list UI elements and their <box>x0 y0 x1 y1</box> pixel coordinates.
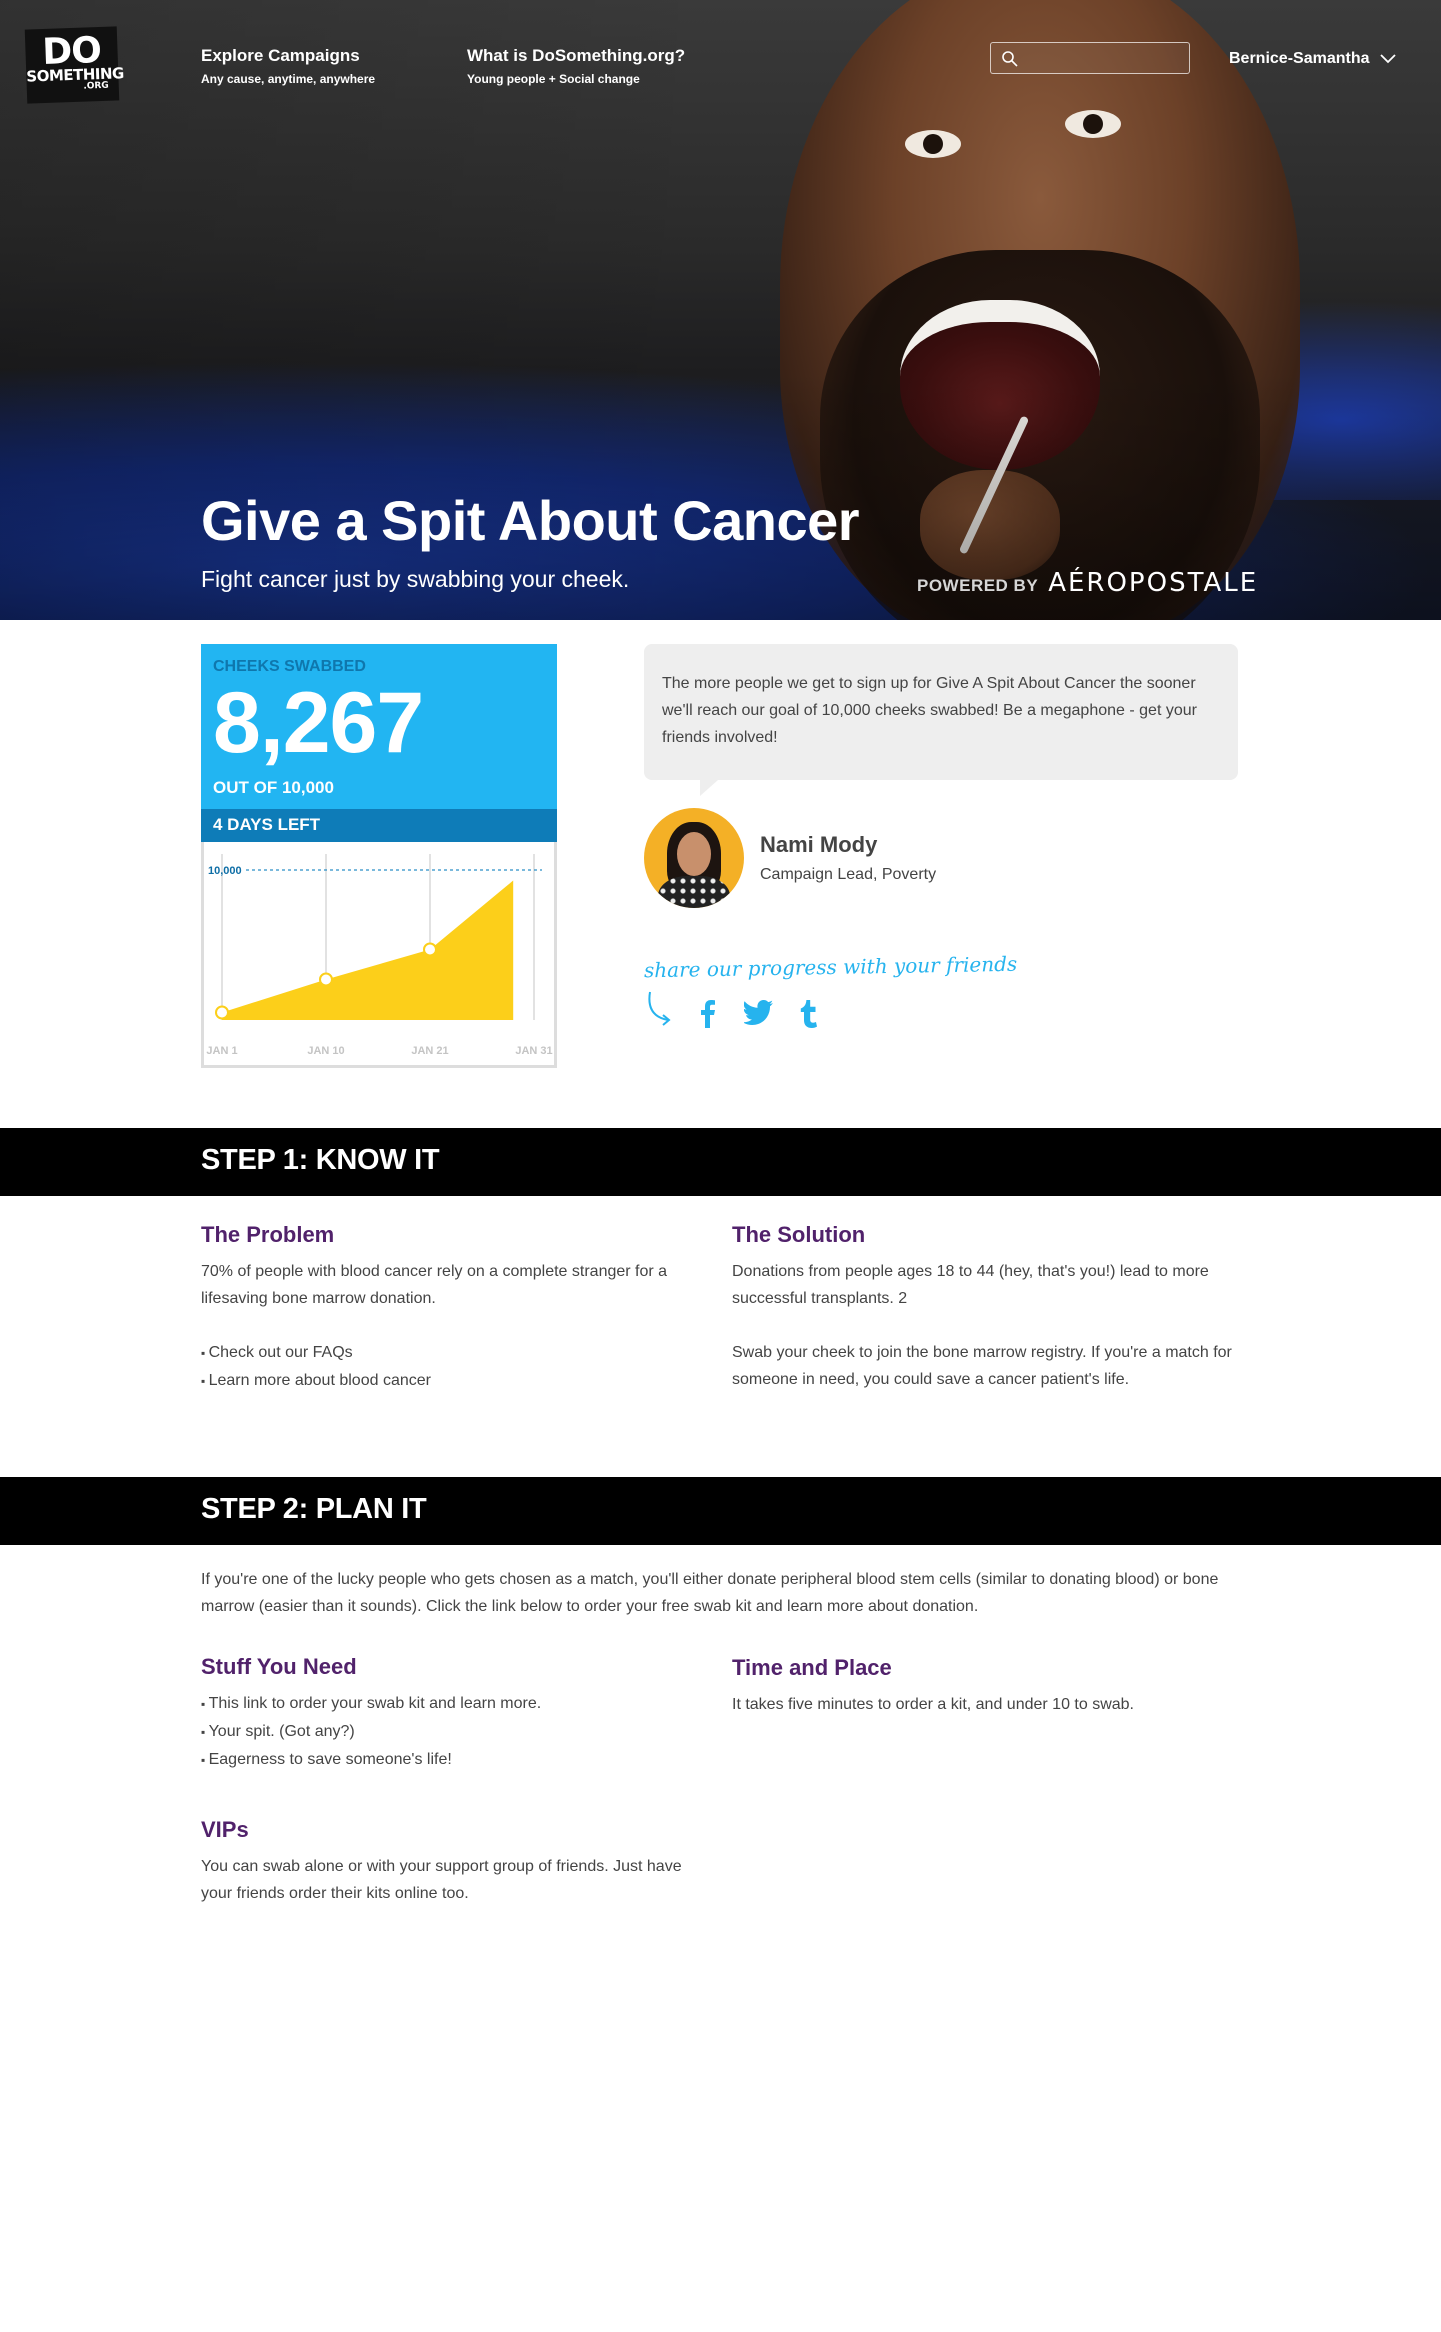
stuff-you-need-heading: Stuff You Need <box>201 1654 357 1679</box>
progress-label: CHEEKS SWABBED <box>213 658 366 675</box>
stuff-you-need-list: This link to order your swab kit and lea… <box>201 1690 701 1774</box>
progress-count: 8,267 <box>213 675 424 771</box>
days-left-badge: 4 DAYS LEFT <box>201 809 557 842</box>
nav-explore-title: Explore Campaigns <box>201 46 360 65</box>
x-tick-label: JAN 31 <box>515 1045 552 1057</box>
list-item[interactable]: This link to order your swab kit and lea… <box>201 1690 701 1718</box>
user-name: Bernice-Samantha <box>1229 50 1370 67</box>
time-and-place-heading: Time and Place <box>732 1655 892 1680</box>
powered-by-label: POWERED BY <box>917 576 1039 595</box>
search-input[interactable] <box>1025 47 1181 69</box>
campaign-lead-role: Campaign Lead, Poverty <box>760 866 937 883</box>
share-prompt: share our progress with your friends <box>643 951 1018 983</box>
twitter-icon[interactable] <box>744 1000 774 1026</box>
nav-explore-subtitle: Any cause, anytime, anywhere <box>201 72 376 86</box>
campaign-lead-name: Nami Mody <box>760 832 878 857</box>
goal-label: 10,000 <box>208 865 242 877</box>
data-point <box>423 942 437 957</box>
vips-text: You can swab alone or with your support … <box>201 1858 682 1902</box>
time-and-place-text: It takes five minutes to order a kit, an… <box>732 1696 1134 1713</box>
list-item: Your spit. (Got any?) <box>201 1718 701 1746</box>
progress-chart-svg: 10,000 JAN 1 JAN 10 JAN 21 JAN 31 <box>206 854 553 1057</box>
solution-text-registry: Swab your cheek to join the bone marrow … <box>732 1344 1232 1388</box>
solution-text: Donations from people ages 18 to 44 (hey… <box>732 1263 1209 1307</box>
problem-text: 70% of people with blood cancer rely on … <box>201 1263 668 1307</box>
user-menu[interactable]: Bernice-Samantha <box>1229 50 1396 68</box>
problem-links: Check out our FAQs Learn more about bloo… <box>201 1339 701 1395</box>
search-icon <box>1002 51 1018 67</box>
data-point <box>319 972 333 987</box>
plan-intro-text: If you're one of the lucky people who ge… <box>201 1571 1219 1615</box>
vips-heading: VIPs <box>201 1817 249 1842</box>
faq-link[interactable]: Check out our FAQs <box>201 1339 701 1367</box>
x-tick-label: JAN 10 <box>307 1045 344 1057</box>
learn-blood-cancer-link[interactable]: Learn more about blood cancer <box>201 1367 701 1395</box>
nav-what-is-dosomething[interactable]: What is DoSomething.org? Young people + … <box>467 46 685 86</box>
step-1-header: STEP 1: KNOW IT <box>0 1128 1441 1196</box>
x-tick-label: JAN 21 <box>411 1045 448 1057</box>
sponsor-credit: POWERED BY AÉROPOSTALE <box>917 568 1258 598</box>
avatar <box>644 808 744 908</box>
progress-chart: 10,000 JAN 1 JAN 10 JAN 21 JAN 31 <box>201 842 557 1068</box>
chart-area <box>222 880 514 1020</box>
nav-about-title: What is DoSomething.org? <box>467 46 686 65</box>
list-item: Eagerness to save someone's life! <box>201 1746 701 1774</box>
curved-arrow-icon <box>648 991 671 1026</box>
progress-counter: CHEEKS SWABBED 8,267 OUT OF 10,000 <box>201 644 557 809</box>
step-2-header: STEP 2: PLAN IT <box>0 1477 1441 1545</box>
problem-heading: The Problem <box>201 1222 335 1247</box>
nav-explore-campaigns[interactable]: Explore Campaigns Any cause, anytime, an… <box>201 46 375 86</box>
search-box[interactable] <box>990 42 1190 74</box>
sponsor-logo: AÉROPOSTALE <box>1048 568 1259 598</box>
x-tick-label: JAN 1 <box>206 1045 237 1057</box>
progress-goal: OUT OF 10,000 <box>213 778 334 797</box>
dosomething-logo[interactable]: DO SOMETHING .ORG <box>24 26 124 104</box>
nav-about-subtitle: Young people + Social change <box>467 72 640 86</box>
facebook-icon[interactable] <box>700 1000 716 1028</box>
campaign-subtitle: Fight cancer just by swabbing your cheek… <box>201 566 630 592</box>
step-1-title: STEP 1: KNOW IT <box>201 1144 440 1176</box>
data-point <box>215 1005 229 1020</box>
solution-heading: The Solution <box>732 1222 866 1247</box>
tumblr-icon[interactable] <box>800 1000 818 1028</box>
chevron-down-icon <box>1379 54 1396 64</box>
campaign-lead-quote: The more people we get to sign up for Gi… <box>644 644 1238 796</box>
campaign-title: Give a Spit About Cancer <box>201 489 860 552</box>
step-2-title: STEP 2: PLAN IT <box>201 1493 427 1525</box>
